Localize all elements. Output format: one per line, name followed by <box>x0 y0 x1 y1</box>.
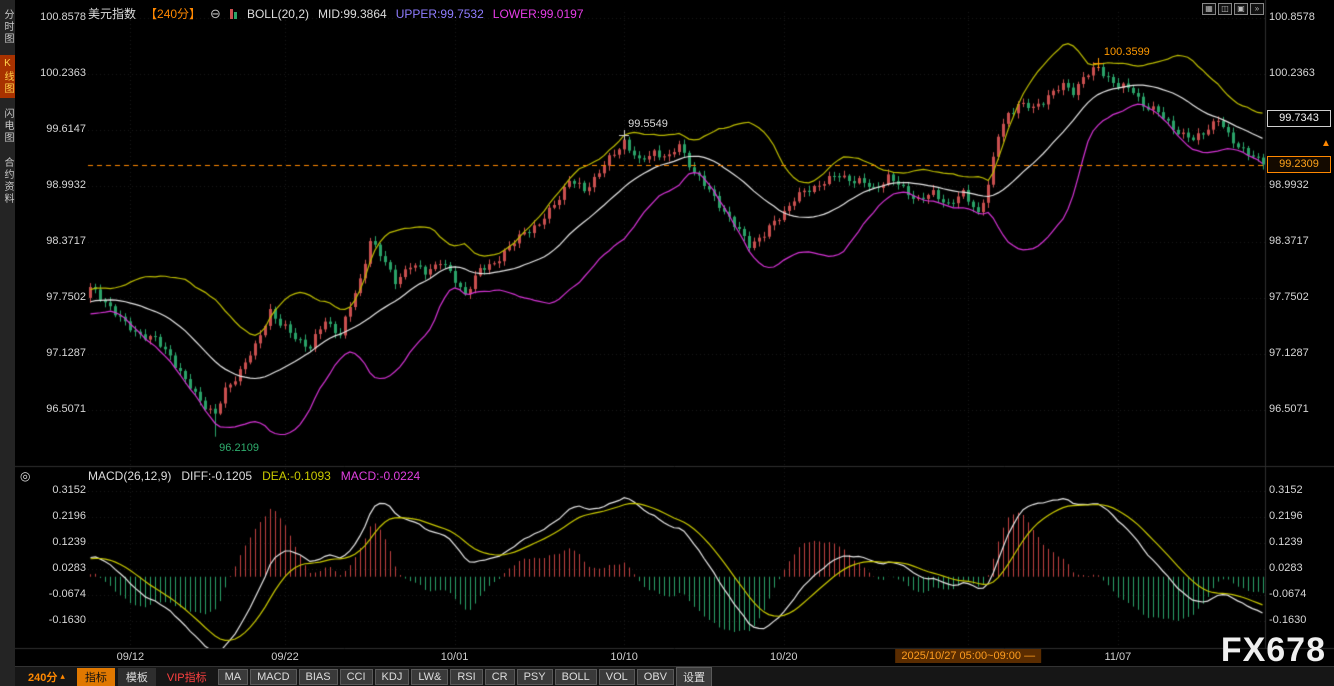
selected-time-tooltip: 2025/10/27 05:00~09:00 — <box>895 649 1041 663</box>
zoom-out-icon[interactable]: ⊖ <box>210 6 221 22</box>
price-axis-label: 97.1287 <box>46 347 86 359</box>
price-axis-label: 98.9932 <box>46 179 86 191</box>
macd-axis-label: 0.0283 <box>52 562 86 574</box>
indicator-circle-icon[interactable]: ◎ <box>20 469 30 483</box>
macd-indicator-label: MACD(26,12,9) <box>88 469 171 483</box>
axis-tag-upper: 99.7343 <box>1267 110 1331 127</box>
indicator-button-bias[interactable]: BIAS <box>299 669 338 685</box>
macd-dea-value: DEA:-0.1093 <box>262 469 331 483</box>
chart-header: 美元指数 【240分】 ⊖ BOLL(20,2) MID:99.3864 UPP… <box>88 5 584 22</box>
main-chart-canvas[interactable] <box>0 0 1334 686</box>
indicator-button-boll[interactable]: BOLL <box>555 669 597 685</box>
left-price-axis: 100.8578 100.2363 99.6147 98.9932 98.3717 97.… <box>26 0 86 648</box>
boll-indicator-label: BOLL(20,2) <box>247 7 309 21</box>
settings-button[interactable]: 设置 <box>676 667 712 686</box>
indicator-button-cr[interactable]: CR <box>485 669 515 685</box>
macd-diff-value: DIFF:-0.1205 <box>181 469 252 483</box>
toolbar-period-label[interactable]: 240分 <box>28 669 57 685</box>
price-axis-label: 97.7502 <box>1269 291 1309 303</box>
price-axis-label: 97.7502 <box>46 291 86 303</box>
macd-axis-label: 0.2196 <box>52 510 86 522</box>
collapse-caret-icon[interactable]: ▴ <box>60 671 65 682</box>
macd-axis-label: 0.3152 <box>1269 484 1303 496</box>
macd-axis-label: -0.0674 <box>49 588 86 600</box>
last-price-tag: 99.2309 <box>1267 156 1331 173</box>
price-axis-label: 98.3717 <box>1269 235 1309 247</box>
indicator-button-obv[interactable]: OBV <box>637 669 674 685</box>
candlestick-chart-icon[interactable] <box>230 8 238 19</box>
macd-axis-label: -0.0674 <box>1269 588 1306 600</box>
price-axis-label: 100.8578 <box>40 11 86 23</box>
time-axis-label: 09/22 <box>271 651 299 663</box>
single-layout-icon[interactable]: ▣ <box>1234 3 1248 15</box>
sidebar-item-3[interactable]: 闪电图 <box>0 105 15 147</box>
macd-header: MACD(26,12,9) DIFF:-0.1205 DEA:-0.1093 M… <box>88 469 420 483</box>
annotation-swing-low: 96.2109 <box>219 442 259 454</box>
price-axis-label: 99.6147 <box>46 123 86 135</box>
time-axis-label: 09/12 <box>117 651 145 663</box>
sidebar-item-4[interactable]: 合约资料 <box>0 154 15 208</box>
price-axis-label: 98.9932 <box>1269 179 1309 191</box>
price-axis-label: 98.3717 <box>46 235 86 247</box>
chart-type-sidebar: 分时图 K线图闪电图合约资料 <box>0 0 15 686</box>
indicator-button-rsi[interactable]: RSI <box>450 669 482 685</box>
macd-axis-label: 0.2196 <box>1269 510 1303 522</box>
symbol-title: 美元指数 <box>88 5 136 22</box>
sidebar-item-1[interactable]: 分时图 <box>0 6 15 48</box>
price-axis-label: 100.8578 <box>1269 11 1315 23</box>
macd-axis-label: -0.1630 <box>1269 614 1306 626</box>
time-axis-label: 10/20 <box>770 651 798 663</box>
boll-upper-value: UPPER:99.7532 <box>396 7 484 21</box>
quad-layout-icon[interactable]: ▦ <box>1202 3 1216 15</box>
more-panels-icon[interactable]: » <box>1250 3 1264 15</box>
price-axis-label: 100.2363 <box>40 67 86 79</box>
right-price-axis: 100.8578 100.2363 98.9932 98.3717 97.7502 97.… <box>1269 0 1331 648</box>
macd-axis-label: 0.1239 <box>1269 536 1303 548</box>
price-axis-label: 97.1287 <box>1269 347 1309 359</box>
macd-axis-label: -0.1630 <box>49 614 86 626</box>
toolbar-tabs: 指标模板VIP指标 <box>77 668 218 686</box>
toolbar-tab-1[interactable]: 指标 <box>77 668 115 686</box>
indicator-button-vol[interactable]: VOL <box>599 669 635 685</box>
annotation-local-high: 99.5549 <box>628 118 668 130</box>
toolbar-tab-3[interactable]: VIP指标 <box>159 668 215 686</box>
period-tag: 【240分】 <box>145 5 201 22</box>
app-window: 分时图 K线图闪电图合约资料 美元指数 【240分】 ⊖ BOLL(20,2) M… <box>0 0 1334 686</box>
time-axis: 09/12 09/22 10/01 10/10 10/20 11/07 <box>0 651 1334 666</box>
time-axis-label: 10/01 <box>441 651 469 663</box>
price-axis-label: 96.5071 <box>46 403 86 415</box>
indicator-button-kdj[interactable]: KDJ <box>375 669 410 685</box>
indicator-buttons: MAMACDBIASCCIKDJLW&RSICRPSYBOLLVOLOBV设置 <box>218 667 714 686</box>
indicator-button-cci[interactable]: CCI <box>340 669 373 685</box>
annotation-swing-high: 100.3599 <box>1104 46 1150 58</box>
watermark: FX678 <box>1221 631 1326 670</box>
window-layout-controls: ▦◫▣» <box>1202 3 1264 15</box>
indicator-button-macd[interactable]: MACD <box>250 669 296 685</box>
price-axis-label: 100.2363 <box>1269 67 1315 79</box>
macd-axis-label: 0.1239 <box>52 536 86 548</box>
time-axis-label: 10/10 <box>610 651 638 663</box>
bottom-toolbar: 240分 ▴ 指标模板VIP指标 MAMACDBIASCCIKDJLW&RSIC… <box>0 666 1334 686</box>
boll-mid-value: MID:99.3864 <box>318 7 387 21</box>
sidebar-item-2[interactable]: K线图 <box>0 55 15 98</box>
price-axis-label: 96.5071 <box>1269 403 1309 415</box>
time-axis-label: 11/07 <box>1105 651 1132 663</box>
dual-layout-icon[interactable]: ◫ <box>1218 3 1232 15</box>
latest-bar-arrow-icon[interactable]: ▲ <box>1321 138 1331 149</box>
indicator-button-psy[interactable]: PSY <box>517 669 553 685</box>
macd-axis-label: 0.3152 <box>52 484 86 496</box>
macd-hist-value: MACD:-0.0224 <box>341 469 420 483</box>
indicator-button-lw&[interactable]: LW& <box>411 669 448 685</box>
macd-axis-label: 0.0283 <box>1269 562 1303 574</box>
indicator-button-ma[interactable]: MA <box>218 669 249 685</box>
boll-lower-value: LOWER:99.0197 <box>493 7 584 21</box>
toolbar-tab-2[interactable]: 模板 <box>118 668 156 686</box>
